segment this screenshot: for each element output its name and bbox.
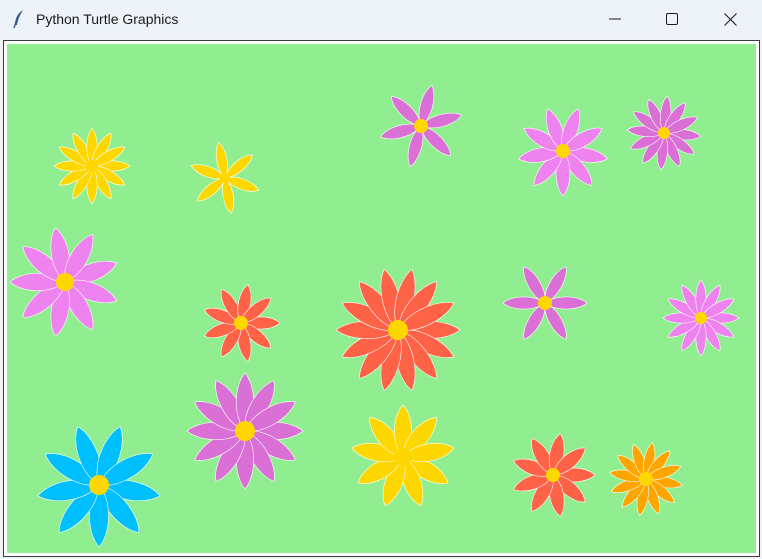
flower-center bbox=[235, 421, 255, 441]
window-title: Python Turtle Graphics bbox=[36, 11, 179, 27]
flower-center bbox=[658, 127, 670, 139]
flower-center bbox=[388, 320, 408, 340]
maximize-icon bbox=[666, 13, 678, 25]
flower-center bbox=[394, 448, 412, 466]
title-bar[interactable]: Python Turtle Graphics bbox=[0, 0, 762, 38]
turtle-canvas[interactable] bbox=[7, 44, 756, 553]
flower-drawing bbox=[7, 44, 756, 553]
canvas-frame bbox=[3, 40, 760, 557]
maximize-button[interactable] bbox=[643, 0, 701, 38]
close-icon bbox=[723, 12, 737, 26]
flower-center bbox=[89, 475, 109, 495]
flower-center bbox=[695, 312, 707, 324]
flower-center bbox=[414, 119, 428, 133]
flower-center bbox=[86, 160, 98, 172]
flower-center bbox=[538, 296, 552, 310]
flower-center bbox=[639, 472, 653, 486]
minimize-button[interactable] bbox=[586, 0, 644, 38]
close-button[interactable] bbox=[701, 0, 759, 38]
flower-center bbox=[546, 468, 560, 482]
feather-icon bbox=[12, 9, 26, 29]
flower-center bbox=[556, 144, 570, 158]
flower-center bbox=[56, 273, 74, 291]
minimize-icon bbox=[609, 13, 621, 25]
flower-center bbox=[220, 173, 230, 183]
turtle-window: Python Turtle Graphics bbox=[0, 0, 762, 559]
flower-center bbox=[234, 316, 248, 330]
